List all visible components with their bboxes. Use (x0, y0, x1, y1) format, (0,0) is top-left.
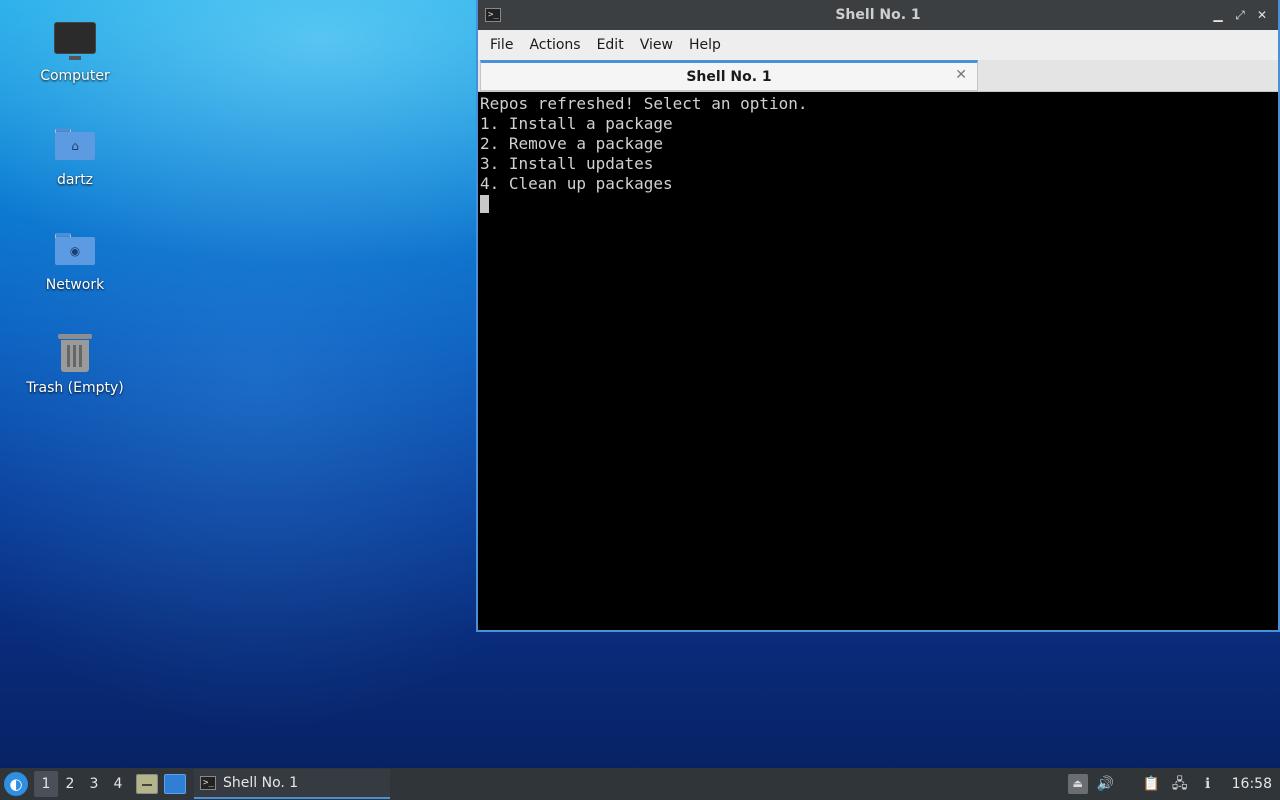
workspace-4[interactable]: 4 (106, 771, 130, 797)
terminal-line: Repos refreshed! Select an option. (480, 94, 808, 113)
maximize-icon[interactable]: ⤢ (1232, 7, 1248, 23)
update-notifier-icon[interactable]: ℹ (1198, 774, 1218, 794)
terminal-window[interactable]: >_ Shell No. 1 ▁ ⤢ ✕ File Actions Edit V… (476, 0, 1280, 632)
terminal-output[interactable]: Repos refreshed! Select an option. 1. Ins… (478, 92, 1278, 630)
taskbar-window-label: Shell No. 1 (223, 775, 299, 791)
terminal-line: 4. Clean up packages (480, 174, 673, 193)
start-menu-icon[interactable]: ◐ (4, 772, 28, 796)
tab-shell-1[interactable]: Shell No. 1 ✕ (480, 60, 978, 91)
tab-bar: Shell No. 1 ✕ (478, 60, 1278, 92)
menu-view[interactable]: View (632, 37, 681, 53)
terminal-icon: >_ (200, 776, 216, 790)
terminal-cursor (480, 195, 489, 213)
terminal-icon[interactable]: >_ (485, 8, 501, 22)
system-tray: ⏏ 🔊 📋 🖧 ℹ 16:58 (1067, 768, 1280, 800)
terminal-line: 2. Remove a package (480, 134, 664, 153)
workspace-1[interactable]: 1 (34, 771, 58, 797)
menu-bar: File Actions Edit View Help (478, 30, 1278, 60)
eject-icon[interactable]: ⏏ (1067, 774, 1088, 794)
window-titlebar[interactable]: >_ Shell No. 1 ▁ ⤢ ✕ (478, 0, 1278, 30)
desktop-icon-trash[interactable]: Trash (Empty) (20, 330, 130, 396)
menu-actions[interactable]: Actions (521, 37, 588, 53)
terminal-line: 3. Install updates (480, 154, 654, 173)
computer-icon (53, 18, 97, 62)
network-icon[interactable]: 🖧 (1170, 774, 1190, 794)
terminal-line: 1. Install a package (480, 114, 673, 133)
volume-icon[interactable]: 🔊 (1096, 774, 1116, 794)
clock[interactable]: 16:58 (1232, 776, 1272, 792)
tab-label: Shell No. 1 (686, 68, 772, 85)
desktop-icon-network[interactable]: ◉ Network (20, 227, 130, 293)
desktop-icon-home[interactable]: ⌂ dartz (20, 122, 130, 188)
home-folder-icon: ⌂ (53, 122, 97, 166)
file-manager-icon[interactable] (136, 774, 158, 794)
workspace-3[interactable]: 3 (82, 771, 106, 797)
menu-help[interactable]: Help (681, 37, 729, 53)
menu-edit[interactable]: Edit (589, 37, 632, 53)
desktop-icon-label: Trash (Empty) (26, 380, 124, 396)
desktop-icon-label: dartz (56, 172, 94, 188)
desktop-icon-label: Network (45, 277, 105, 293)
tab-close-icon[interactable]: ✕ (955, 67, 967, 83)
workspace-2[interactable]: 2 (58, 771, 82, 797)
taskbar: ◐ 1 2 3 4 >_ Shell No. 1 ⏏ 🔊 📋 🖧 ℹ 16:58 (0, 768, 1280, 800)
desktop-icon-computer[interactable]: Computer (20, 18, 130, 84)
close-icon[interactable]: ✕ (1254, 7, 1270, 23)
minimize-icon[interactable]: ▁ (1210, 7, 1226, 23)
desktop-icon-label: Computer (40, 68, 110, 84)
show-desktop-icon[interactable] (164, 774, 186, 794)
trash-icon (53, 330, 97, 374)
workspace-switcher: 1 2 3 4 (34, 771, 130, 797)
menu-file[interactable]: File (482, 37, 521, 53)
network-folder-icon: ◉ (53, 227, 97, 271)
clipboard-icon[interactable]: 📋 (1142, 774, 1162, 794)
taskbar-window-button[interactable]: >_ Shell No. 1 (194, 769, 390, 799)
window-title: Shell No. 1 (835, 7, 921, 23)
